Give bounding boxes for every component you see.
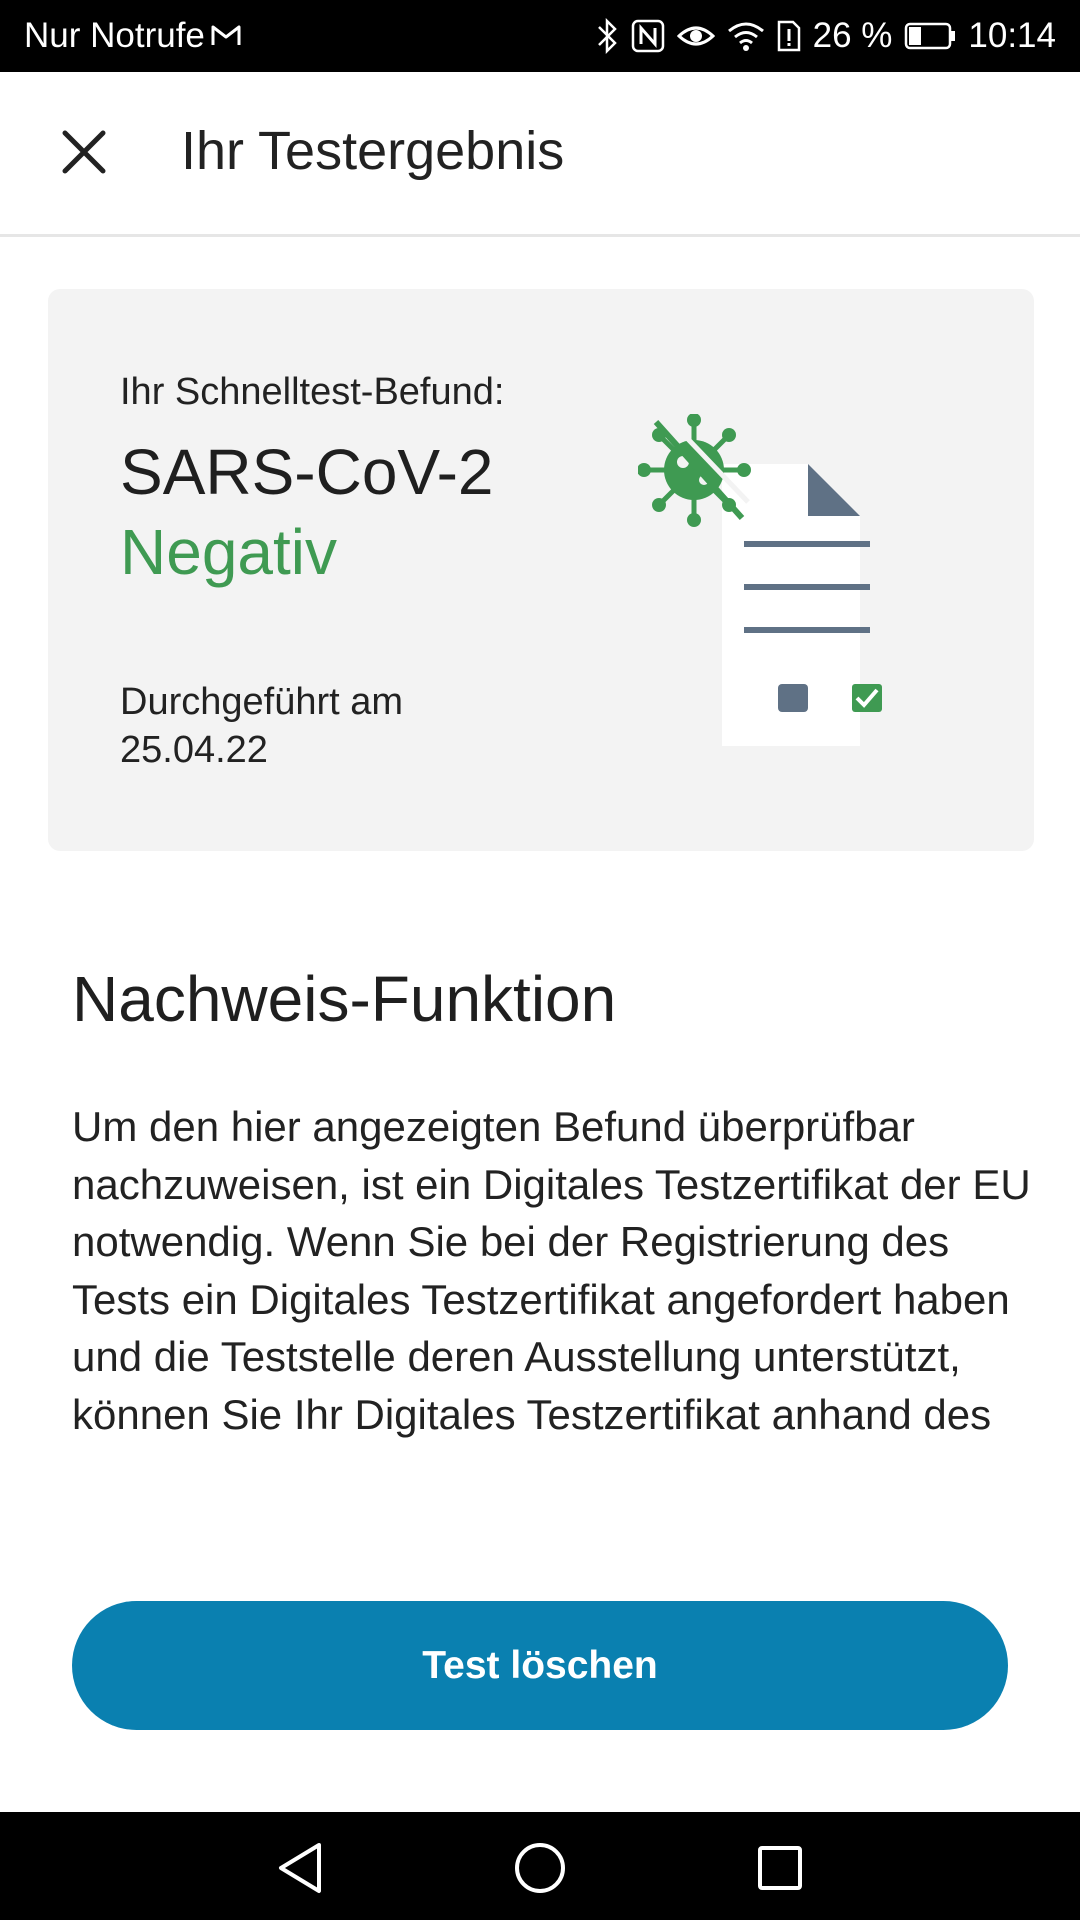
status-right: 26 % 10:14 (595, 16, 1056, 56)
clock: 10:14 (968, 16, 1056, 55)
section-title: Nachweis-Funktion (72, 963, 617, 1035)
result-card: Ihr Schnelltest-Befund: SARS-CoV-2 Negat… (48, 289, 1034, 851)
delete-test-button[interactable]: Test löschen (72, 1601, 1008, 1730)
nav-recents-button[interactable] (748, 1836, 812, 1900)
navigation-bar (0, 1812, 1080, 1920)
recents-icon (758, 1846, 802, 1890)
alert-icon (777, 20, 801, 52)
virus-document-icon (638, 414, 882, 746)
close-button[interactable] (44, 112, 124, 192)
toolbar: Ihr Testergebnis (0, 72, 1080, 237)
eye-icon (676, 22, 715, 50)
wifi-icon (727, 21, 765, 51)
app-screen: Nur Notrufe 26 % 10:14 Ihr Testergebnis … (0, 0, 1080, 1920)
home-icon (515, 1843, 565, 1893)
back-icon (279, 1843, 321, 1893)
battery-icon (904, 22, 956, 50)
nfc-icon (631, 19, 665, 53)
section-body: Um den hier angezeigten Befund überprüfb… (72, 1098, 1032, 1538)
page-title: Ihr Testergebnis (181, 121, 565, 181)
pathogen-name: SARS-CoV-2 (120, 436, 494, 508)
test-date: 25.04.22 (120, 729, 268, 771)
test-type-label: Ihr Schnelltest-Befund: (120, 371, 505, 413)
status-left: Nur Notrufe (24, 16, 241, 56)
carrier-text: Nur Notrufe (24, 16, 205, 55)
close-icon (62, 130, 106, 174)
test-result: Negativ (120, 516, 337, 588)
status-bar: Nur Notrufe 26 % 10:14 (0, 0, 1080, 72)
battery-percent: 26 % (812, 16, 893, 55)
nav-back-button[interactable] (268, 1836, 332, 1900)
gmail-icon (211, 16, 241, 56)
section-body-text: Um den hier angezeigten Befund überprüfb… (72, 1103, 1031, 1438)
date-label: Durchgeführt am (120, 681, 404, 723)
nav-home-button[interactable] (508, 1836, 572, 1900)
bluetooth-icon (595, 18, 619, 54)
